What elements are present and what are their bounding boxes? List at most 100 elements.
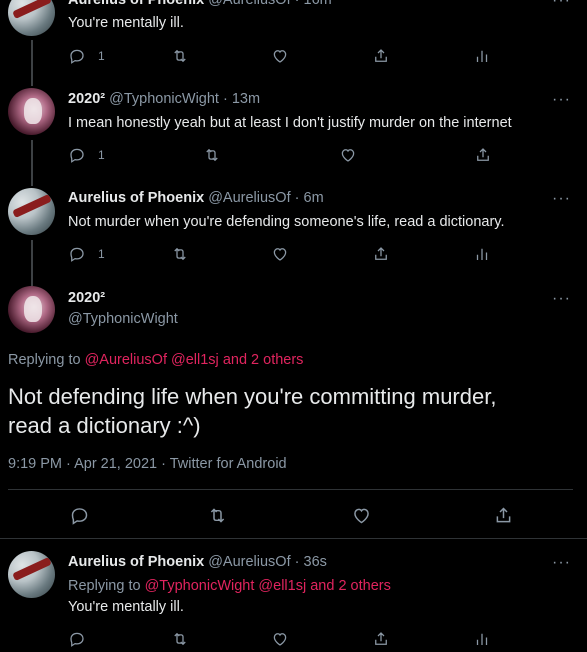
analytics-icon [473, 245, 491, 263]
share-button[interactable] [372, 47, 390, 65]
others-link[interactable]: and 2 others [310, 578, 391, 594]
tweet-header: Aurelius of Phoenix @AureliusOf · 6m [68, 190, 324, 206]
avatar[interactable] [8, 551, 55, 598]
like-button[interactable] [339, 146, 357, 164]
reply-count: 1 [98, 148, 105, 162]
replying-prefix: Replying to [68, 578, 141, 594]
more-icon[interactable]: ··· [552, 0, 571, 10]
tweet-text: Not murder when you're defending someone… [68, 214, 505, 230]
retweet-button[interactable] [203, 146, 221, 164]
timestamp[interactable]: 6m [304, 190, 324, 206]
analytics-button[interactable] [473, 245, 491, 263]
share-button[interactable] [474, 146, 492, 164]
display-name[interactable]: Aurelius of Phoenix [68, 190, 204, 206]
avatar[interactable] [8, 286, 55, 333]
handle[interactable]: @AureliusOf [208, 0, 290, 8]
focused-action-bar [0, 505, 587, 527]
like-button[interactable] [271, 47, 289, 65]
timestamp[interactable]: 16m [304, 0, 332, 8]
tweet-meta[interactable]: 9:19 PM · Apr 21, 2021 · Twitter for And… [8, 456, 287, 472]
separator: · [290, 190, 304, 206]
action-bar: 1 [68, 146, 508, 166]
replying-to: Replying to @AureliusOf @ell1sj and 2 ot… [8, 352, 303, 368]
reply-button[interactable] [69, 505, 90, 526]
focused-tweet-text: Not defending life when you're committin… [8, 382, 568, 440]
divider [8, 489, 573, 490]
retweet-button[interactable] [171, 245, 189, 263]
reply-icon [68, 630, 86, 648]
handle[interactable]: @AureliusOf [208, 554, 290, 570]
timestamp[interactable]: 13m [232, 91, 260, 107]
share-icon [493, 505, 514, 526]
reply-button[interactable] [68, 630, 86, 648]
share-button[interactable] [372, 630, 390, 648]
more-icon[interactable]: ··· [552, 554, 571, 572]
mention-links[interactable]: @AureliusOf @ell1sj [85, 352, 219, 368]
separator: · [218, 91, 232, 107]
analytics-button[interactable] [473, 47, 491, 65]
separator: · [290, 0, 304, 8]
reply-icon [68, 245, 86, 263]
reply-button[interactable]: 1 [68, 47, 105, 65]
retweet-button[interactable] [171, 47, 189, 65]
retweet-icon [203, 146, 221, 164]
share-button[interactable] [372, 245, 390, 263]
share-icon [372, 245, 390, 263]
retweet-button[interactable] [207, 505, 228, 526]
mention-links[interactable]: @TyphonicWight @ell1sj [145, 578, 307, 594]
avatar[interactable] [8, 88, 55, 135]
divider [0, 538, 587, 539]
thread-tweet[interactable]: Aurelius of Phoenix @AureliusOf · 16m ··… [0, 0, 587, 80]
action-bar: 1 [68, 47, 568, 67]
avatar[interactable] [8, 0, 55, 36]
more-icon[interactable]: ··· [552, 190, 571, 208]
replying-prefix: Replying to [8, 352, 81, 368]
focused-text-line: read a dictionary :^) [8, 413, 201, 438]
handle[interactable]: @TyphonicWight [109, 91, 219, 107]
analytics-icon [473, 630, 491, 648]
timestamp[interactable]: 36s [304, 554, 327, 570]
tweet-header: Aurelius of Phoenix @AureliusOf · 36s [68, 554, 327, 570]
reply-icon [68, 146, 86, 164]
more-icon[interactable]: ··· [552, 290, 571, 308]
retweet-icon [207, 505, 228, 526]
retweet-button[interactable] [171, 630, 189, 648]
tweet-header: 2020² [68, 290, 105, 306]
retweet-icon [171, 47, 189, 65]
tweet-handle-row: @TyphonicWight [68, 311, 178, 327]
reply-tweet[interactable]: Aurelius of Phoenix @AureliusOf · 36s ··… [0, 548, 587, 652]
focused-text-line: Not defending life when you're committin… [8, 384, 497, 409]
tweet-header: Aurelius of Phoenix @AureliusOf · 16m [68, 0, 332, 8]
reply-button[interactable]: 1 [68, 146, 105, 164]
like-icon [271, 245, 289, 263]
analytics-icon [473, 47, 491, 65]
thread-tweet[interactable]: Aurelius of Phoenix @AureliusOf · 6m ···… [0, 186, 587, 276]
avatar[interactable] [8, 188, 55, 235]
like-button[interactable] [271, 245, 289, 263]
like-button[interactable] [271, 630, 289, 648]
thread-tweet[interactable]: 2020² @TyphonicWight · 13m ··· I mean ho… [0, 86, 587, 176]
display-name[interactable]: 2020² [68, 91, 105, 107]
share-icon [372, 630, 390, 648]
like-icon [339, 146, 357, 164]
display-name[interactable]: Aurelius of Phoenix [68, 554, 204, 570]
share-button[interactable] [493, 505, 514, 526]
tweet-text: You're mentally ill. [68, 599, 184, 615]
handle[interactable]: @TyphonicWight [68, 311, 178, 327]
tweet-text: You're mentally ill. [68, 15, 184, 31]
reply-icon [68, 47, 86, 65]
more-icon[interactable]: ··· [552, 91, 571, 109]
display-name[interactable]: 2020² [68, 290, 105, 306]
reply-count: 1 [98, 247, 105, 261]
analytics-button[interactable] [473, 630, 491, 648]
like-icon [351, 505, 372, 526]
like-button[interactable] [351, 505, 372, 526]
reply-button[interactable]: 1 [68, 245, 105, 263]
handle[interactable]: @AureliusOf [208, 190, 290, 206]
display-name[interactable]: Aurelius of Phoenix [68, 0, 204, 8]
others-link[interactable]: and 2 others [223, 352, 304, 368]
replying-to: Replying to @TyphonicWight @ell1sj and 2… [68, 578, 391, 594]
reply-icon [69, 505, 90, 526]
separator: · [290, 554, 304, 570]
retweet-icon [171, 630, 189, 648]
